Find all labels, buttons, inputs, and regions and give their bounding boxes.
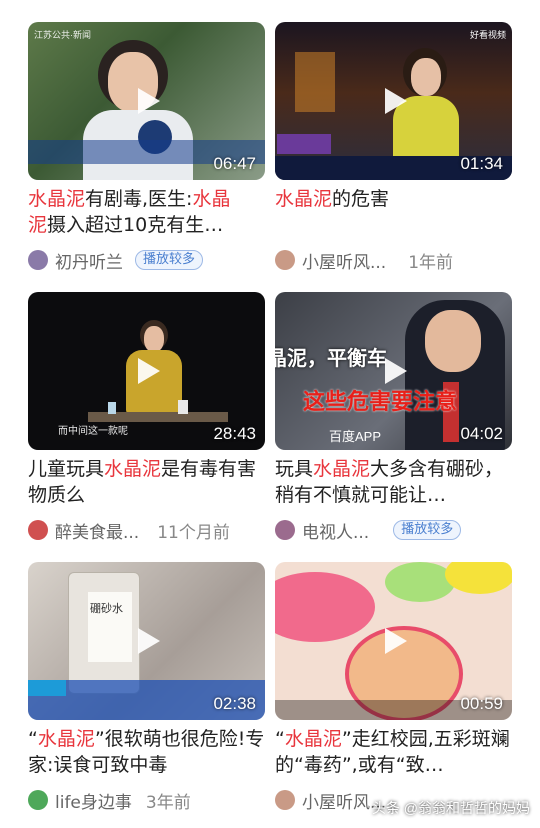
video-duration: 06:47 xyxy=(213,154,256,173)
popular-badge: 播放较多 xyxy=(135,250,204,270)
play-icon xyxy=(384,358,407,384)
video-grid: 江苏公共·新闻 06:47 水晶泥有剧毒,医生:水晶 泥摄入超过10克有生… 初丹… xyxy=(0,0,540,828)
video-duration: 04:02 xyxy=(460,424,503,443)
play-icon xyxy=(137,88,160,114)
video-duration: 00:59 xyxy=(460,694,503,713)
video-thumbnail[interactable]: 而中间这一款呢 28:43 xyxy=(28,292,265,450)
video-thumbnail[interactable]: 江苏公共·新闻 06:47 xyxy=(28,22,265,180)
subtitle-text: 而中间这一款呢 xyxy=(58,426,128,437)
play-icon xyxy=(384,628,407,654)
video-card[interactable]: 硼砂水 02:38 “水晶泥”很软萌也很危险!专家:误食可致中毒 life身边事… xyxy=(28,562,265,813)
popular-badge: 播放较多 xyxy=(393,520,462,540)
avatar[interactable] xyxy=(28,250,48,270)
platform-logo: 好看视频 xyxy=(469,30,506,40)
video-card[interactable]: 晶泥，平衡车 这些危害要注意 百度APP 04:02 玩具水晶泥大多含有硼砂，稍… xyxy=(275,292,512,543)
avatar[interactable] xyxy=(275,520,295,540)
video-meta: life身边事 3年前 xyxy=(28,787,265,813)
video-thumbnail[interactable]: 好看视频 01:34 xyxy=(275,22,512,180)
play-icon xyxy=(384,88,407,114)
avatar[interactable] xyxy=(275,250,295,270)
video-title[interactable]: 水晶泥的危害 xyxy=(275,186,512,238)
watermark: 头条 @翁翁和哲哲的妈妈 xyxy=(371,800,530,816)
play-icon xyxy=(137,358,160,384)
platform-logo: 百度APP xyxy=(329,429,382,444)
video-duration: 28:43 xyxy=(213,424,256,443)
video-meta: 初丹听兰 播放较多 xyxy=(28,247,265,273)
video-duration: 02:38 xyxy=(213,694,256,713)
video-title[interactable]: 玩具水晶泥大多含有硼砂，稍有不慎就可能让… xyxy=(275,456,512,508)
video-title[interactable]: “水晶泥”很软萌也很危险!专家:误食可致中毒 xyxy=(28,726,265,778)
avatar[interactable] xyxy=(28,790,48,810)
video-title[interactable]: 儿童玩具水晶泥是有毒有害物质么 xyxy=(28,456,265,508)
video-meta: 醉美食最... 11个月前 xyxy=(28,517,265,543)
video-card[interactable]: 而中间这一款呢 28:43 儿童玩具水晶泥是有毒有害物质么 醉美食最... 11… xyxy=(28,292,265,543)
video-thumbnail[interactable]: 晶泥，平衡车 这些危害要注意 百度APP 04:02 xyxy=(275,292,512,450)
publish-time: 11个月前 xyxy=(157,522,230,543)
author-name[interactable]: 初丹听兰 xyxy=(55,248,123,273)
avatar[interactable] xyxy=(275,790,295,810)
avatar[interactable] xyxy=(28,520,48,540)
video-title[interactable]: 水晶泥有剧毒,医生:水晶 泥摄入超过10克有生… xyxy=(28,186,265,238)
author-name[interactable]: 醉美食最... xyxy=(55,518,139,543)
video-thumbnail[interactable]: 硼砂水 02:38 xyxy=(28,562,265,720)
channel-logo: 江苏公共·新闻 xyxy=(34,30,91,40)
video-meta: 小屋听风... 1年前 xyxy=(275,247,512,273)
author-name[interactable]: 电视人... xyxy=(302,518,369,543)
thumb-caption: 晶泥，平衡车 xyxy=(275,348,387,370)
author-name[interactable]: 小屋听风... xyxy=(302,248,386,273)
video-card[interactable]: 00:59 “水晶泥”走红校园,五彩斑斓的“毒药”,或有“致… 小屋听风... xyxy=(275,562,512,813)
publish-time: 3年前 xyxy=(145,792,191,813)
video-meta: 电视人... 播放较多 xyxy=(275,517,512,543)
thumb-caption-red: 这些危害要注意 xyxy=(303,389,458,414)
video-card[interactable]: 江苏公共·新闻 06:47 水晶泥有剧毒,医生:水晶 泥摄入超过10克有生… 初丹… xyxy=(28,22,265,273)
video-card[interactable]: 好看视频 01:34 水晶泥的危害 小屋听风... 1年前 xyxy=(275,22,512,273)
publish-time: 1年前 xyxy=(408,252,454,273)
video-thumbnail[interactable]: 00:59 xyxy=(275,562,512,720)
video-duration: 01:34 xyxy=(460,154,503,173)
author-name[interactable]: life身边事 xyxy=(55,788,132,813)
video-title[interactable]: “水晶泥”走红校园,五彩斑斓的“毒药”,或有“致… xyxy=(275,726,512,778)
bottle-label: 硼砂水 xyxy=(90,602,123,615)
play-icon xyxy=(137,628,160,654)
